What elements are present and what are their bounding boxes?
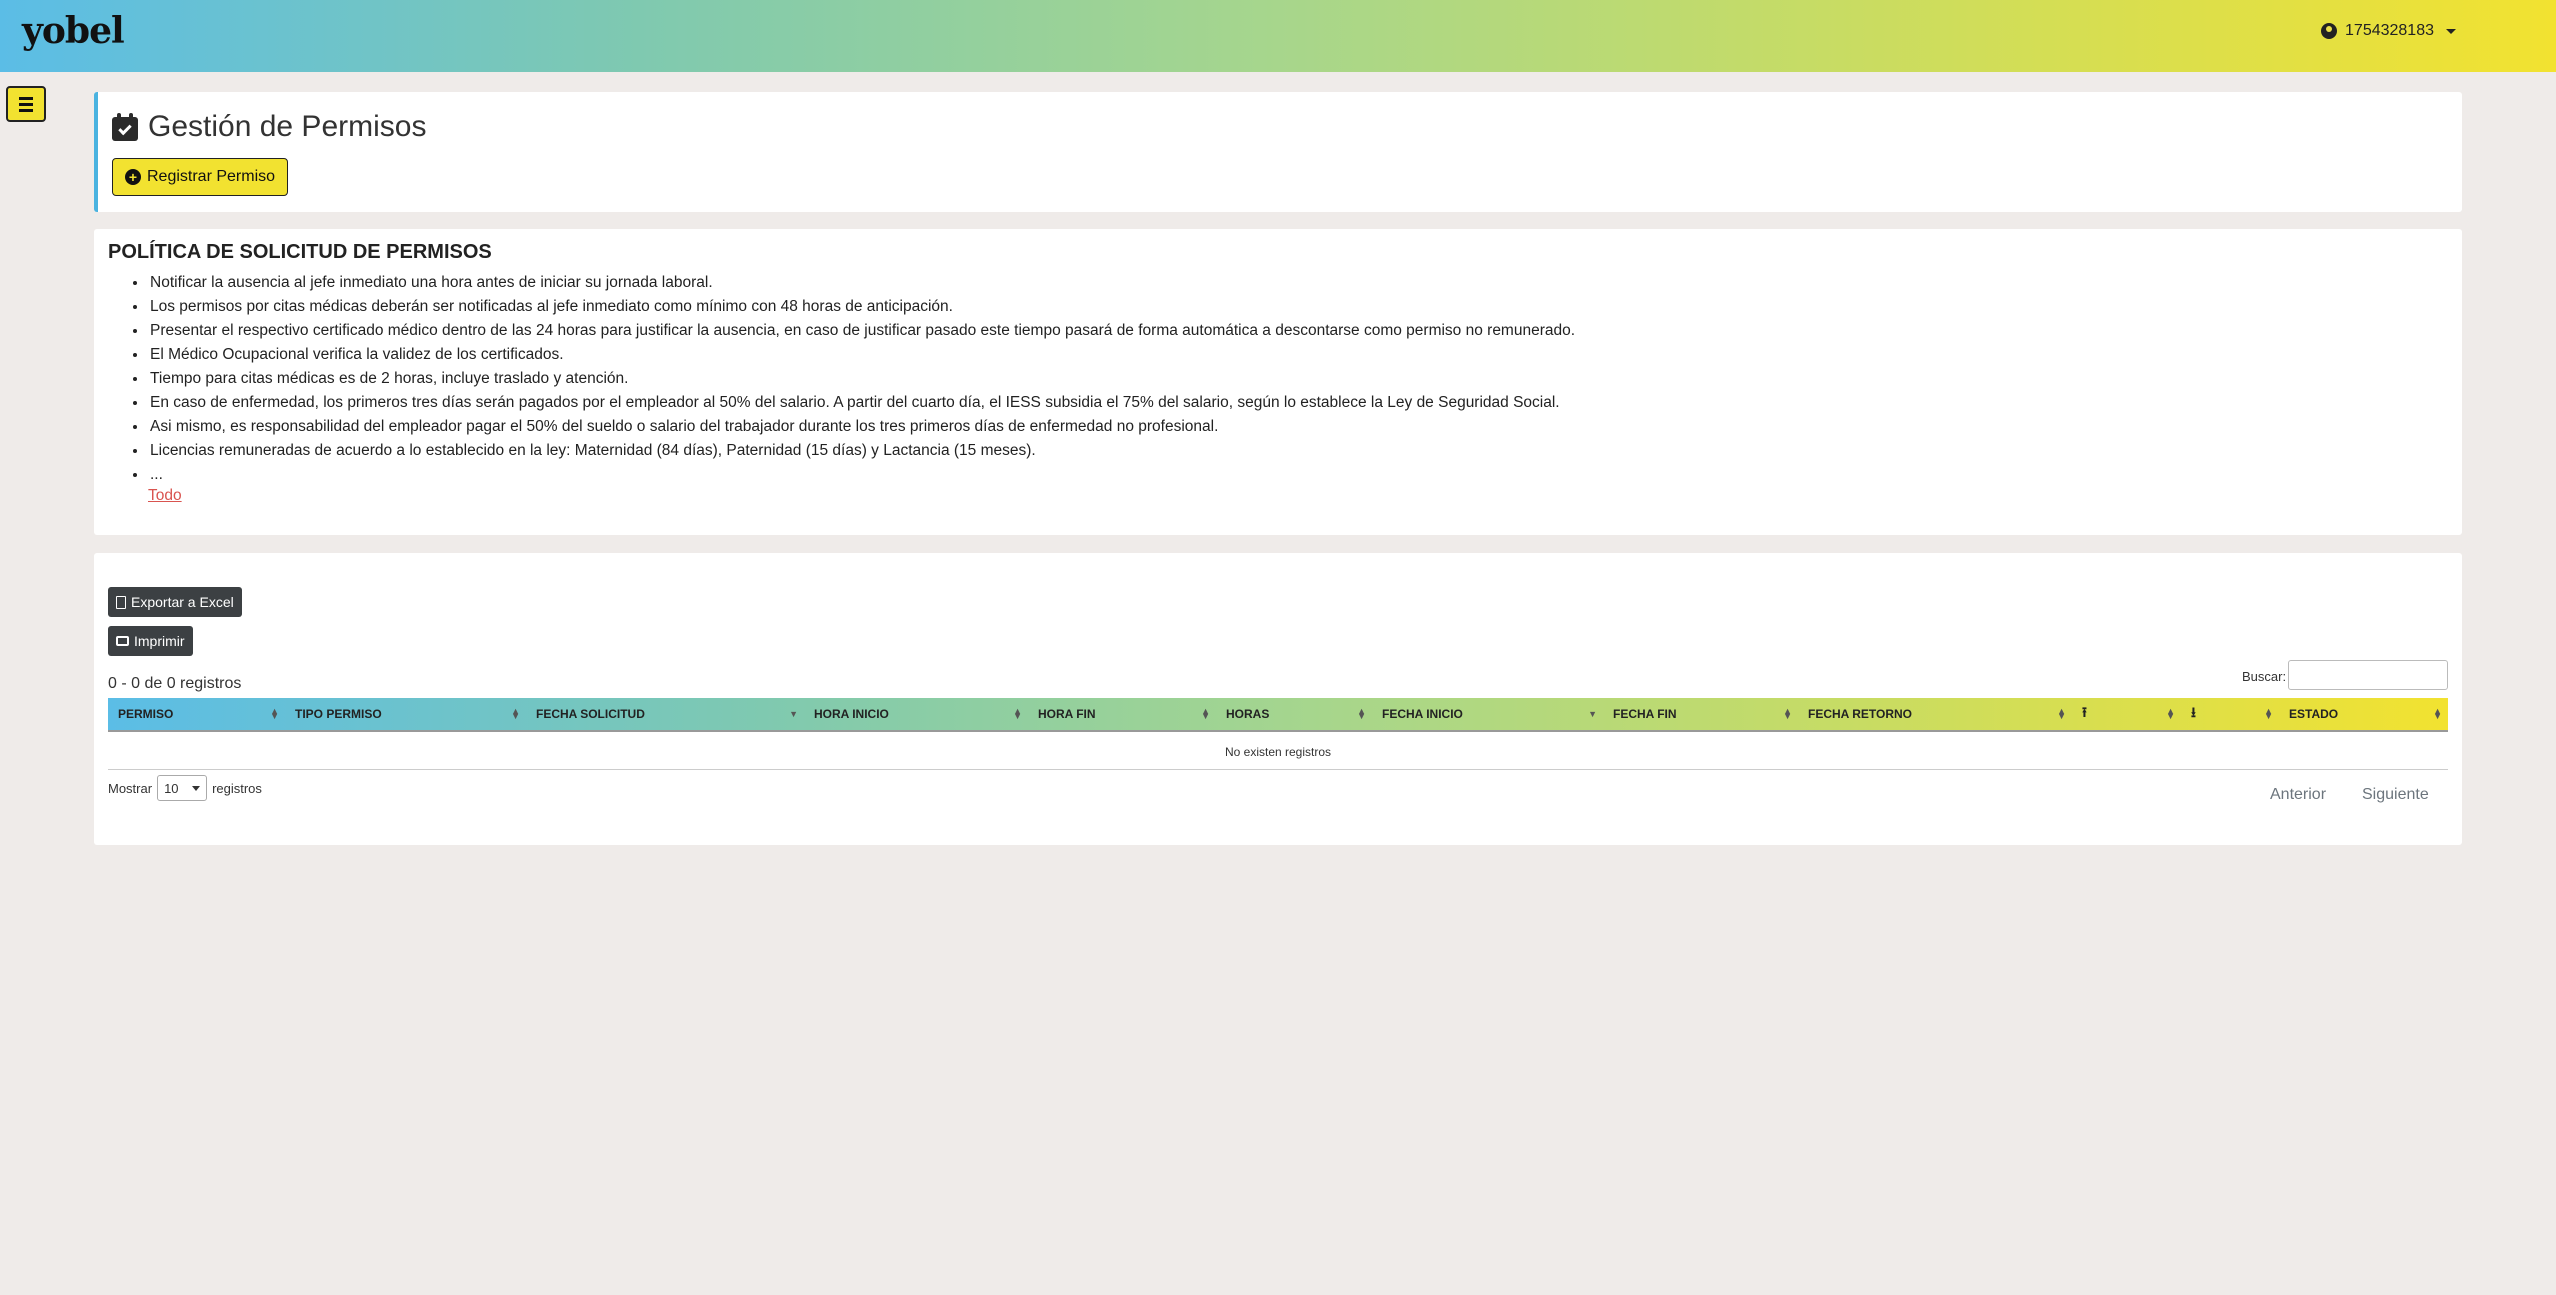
policy-card: POLÍTICA DE SOLICITUD DE PERMISOS Notifi… xyxy=(94,229,2462,535)
download-icon: ⭳ xyxy=(2191,704,2196,720)
column-header-upload[interactable]: ⭱ ▲ ▼ xyxy=(2072,698,2181,730)
policy-item: Licencias remuneradas de acuerdo a lo es… xyxy=(148,439,1575,463)
sort-icon: ▲ ▼ xyxy=(2057,706,2066,721)
sort-icon: ▲ ▼ xyxy=(1357,706,1366,721)
pagination-next[interactable]: Siguiente xyxy=(2362,786,2429,804)
page-title-text: Gestión de Permisos xyxy=(148,110,427,143)
sort-icon: ▲ ▼ xyxy=(1201,706,1210,721)
print-label: Imprimir xyxy=(134,633,185,649)
sort-icon: ▲ ▼ xyxy=(1783,706,1792,721)
search-input[interactable] xyxy=(2288,660,2448,690)
table-header-row: PERMISO ▲ ▼ TIPO PERMISO ▲ ▼ FECHA SOLICITUD… xyxy=(108,698,2448,732)
column-header-tipo-permiso[interactable]: TIPO PERMISO ▲ ▼ xyxy=(285,698,526,730)
empty-message: No existen registros xyxy=(1224,744,1332,759)
page-length-select[interactable]: 10 xyxy=(157,775,208,801)
policy-item: Asi mismo, es responsabilidad del emplea… xyxy=(148,415,1575,439)
sort-desc-icon: ▼ xyxy=(1588,709,1597,719)
policy-list: Notificar la ausencia al jefe inmediato … xyxy=(148,271,1575,487)
brand-logo[interactable]: yobel xyxy=(22,10,125,52)
policy-item: Notificar la ausencia al jefe inmediato … xyxy=(148,271,1575,295)
column-header-download[interactable]: ⭳ ▲ ▼ xyxy=(2181,698,2279,730)
policy-item: En caso de enfermedad, los primeros tres… xyxy=(148,391,1575,415)
sort-icon: ▲ ▼ xyxy=(270,706,279,721)
plus-circle-icon: + xyxy=(125,169,141,185)
sort-icon: ▲ ▼ xyxy=(2264,706,2273,721)
policy-title: POLÍTICA DE SOLICITUD DE PERMISOS xyxy=(108,241,492,263)
file-excel-icon xyxy=(116,595,126,609)
policy-item: Tiempo para citas médicas es de 2 horas,… xyxy=(148,367,1575,391)
search-label: Buscar: xyxy=(2242,669,2287,684)
upload-icon: ⭱ xyxy=(2082,704,2087,720)
sort-icon: ▲ ▼ xyxy=(2166,706,2175,721)
register-permit-label: Registrar Permiso xyxy=(147,168,276,185)
column-header-permiso[interactable]: PERMISO ▲ ▼ xyxy=(108,698,285,730)
user-menu[interactable]: 1754328183 xyxy=(2321,22,2456,40)
export-excel-button[interactable]: Exportar a Excel xyxy=(108,587,242,617)
print-button[interactable]: Imprimir xyxy=(108,626,193,656)
column-header-fecha-inicio[interactable]: FECHA INICIO ▼ xyxy=(1372,698,1603,730)
column-header-fecha-retorno[interactable]: FECHA RETORNO ▲ ▼ xyxy=(1798,698,2072,730)
show-label: Mostrar xyxy=(108,780,153,796)
printer-icon xyxy=(116,636,129,646)
column-header-horas[interactable]: HORAS ▲ ▼ xyxy=(1216,698,1372,730)
page-length-control: Mostrar 10 registros xyxy=(108,775,262,801)
sidebar-toggle-button[interactable] xyxy=(6,86,46,122)
menu-bar-icon xyxy=(19,96,33,100)
records-info: 0 - 0 de 0 registros xyxy=(108,675,242,692)
top-navbar: yobel 1754328183 xyxy=(0,0,2556,72)
register-permit-button[interactable]: + Registrar Permiso xyxy=(112,158,289,196)
pagination-previous[interactable]: Anterior xyxy=(2270,786,2326,804)
menu-bar-icon xyxy=(19,102,33,106)
column-header-fecha-solicitud[interactable]: FECHA SOLICITUD ▼ xyxy=(526,698,804,730)
chevron-down-icon xyxy=(192,785,201,791)
sort-desc-icon: ▼ xyxy=(789,709,798,719)
calendar-check-icon xyxy=(112,113,138,141)
column-header-hora-inicio[interactable]: HORA INICIO ▲ ▼ xyxy=(804,698,1028,730)
permits-table-card: Exportar a Excel Imprimir 0 - 0 de 0 reg… xyxy=(94,553,2462,845)
user-circle-icon xyxy=(2321,23,2338,39)
column-header-estado[interactable]: ESTADO ▲ ▼ xyxy=(2279,698,2448,730)
policy-item: El Médico Ocupacional verifica la valide… xyxy=(148,343,1575,367)
page-header-card: Gestión de Permisos + Registrar Permiso xyxy=(94,92,2462,212)
policy-see-all-link[interactable]: Todo xyxy=(148,487,182,505)
sort-icon: ▲ ▼ xyxy=(2433,706,2442,721)
policy-item: Presentar el respectivo certificado médi… xyxy=(148,319,1575,343)
column-header-fecha-fin[interactable]: FECHA FIN ▲ ▼ xyxy=(1603,698,1798,730)
page-title: Gestión de Permisos xyxy=(112,110,426,144)
caret-down-icon xyxy=(2446,28,2456,34)
export-excel-label: Exportar a Excel xyxy=(131,594,234,610)
column-header-hora-fin[interactable]: HORA FIN ▲ ▼ xyxy=(1028,698,1216,730)
menu-bar-icon xyxy=(19,108,33,112)
user-id: 1754328183 xyxy=(2345,22,2434,39)
sort-icon: ▲ ▼ xyxy=(1013,706,1022,721)
policy-item: Los permisos por citas médicas deberán s… xyxy=(148,295,1575,319)
policy-item: ... xyxy=(148,463,1575,487)
table-empty-row: No existen registros xyxy=(108,734,2448,770)
show-suffix: registros xyxy=(212,780,262,796)
sort-icon: ▲ ▼ xyxy=(511,706,520,721)
